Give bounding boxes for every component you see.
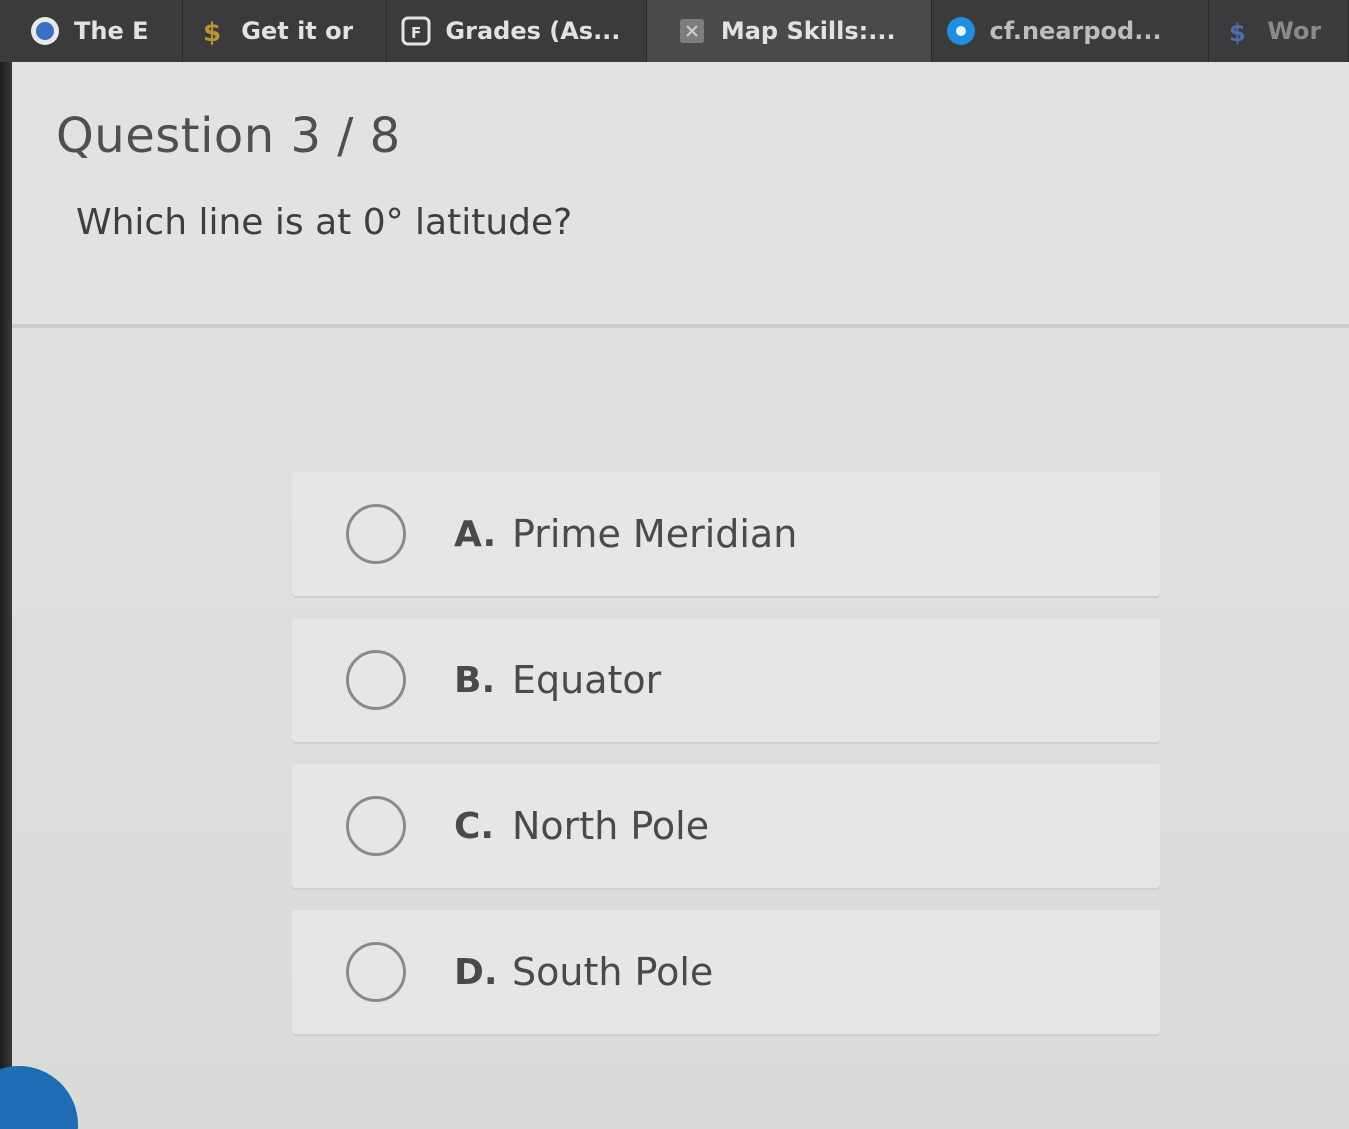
accent-shape <box>0 1066 78 1129</box>
tab-wor[interactable]: $ Wor <box>1209 0 1349 62</box>
option-a[interactable]: A. Prime Meridian <box>292 472 1160 596</box>
tab-label: Map Skills:... <box>720 17 896 45</box>
question-header: Question 3 / 8 Which line is at 0° latit… <box>12 62 1349 328</box>
dollar-icon: $ <box>1223 16 1253 46</box>
tab-label: Grades (As... <box>445 17 621 45</box>
blue-circle-icon <box>30 16 60 46</box>
option-b[interactable]: B. Equator <box>292 618 1160 742</box>
option-text: South Pole <box>512 950 714 994</box>
dollar-icon: $ <box>197 16 227 46</box>
tab-label: Wor <box>1267 17 1322 45</box>
tab-map-skills[interactable]: Map Skills:... <box>646 0 932 62</box>
radio-button[interactable] <box>346 796 406 856</box>
tab-nearpod[interactable]: cf.nearpod... <box>932 0 1210 62</box>
screen-bezel <box>0 0 12 1129</box>
blue-circle-icon <box>946 16 976 46</box>
option-text: North Pole <box>512 804 710 848</box>
option-letter: D. <box>454 951 498 993</box>
question-text: Which line is at 0° latitude? <box>76 202 573 243</box>
answer-options: A. Prime Meridian B. Equator C. North Po… <box>292 472 1160 1056</box>
radio-button[interactable] <box>346 504 406 564</box>
question-number: Question 3 / 8 <box>56 108 401 164</box>
tab-label: cf.nearpod... <box>989 17 1162 45</box>
browser-tab-strip: The E $ Get it or F Grades (As... Map Sk… <box>0 0 1349 62</box>
tab-the-e[interactable]: The E <box>0 0 184 62</box>
tab-grades[interactable]: F Grades (As... <box>387 0 647 62</box>
option-text: Prime Meridian <box>512 512 798 556</box>
quiz-screen: The E $ Get it or F Grades (As... Map Sk… <box>0 0 1349 1129</box>
option-text: Equator <box>512 658 662 702</box>
option-letter: A. <box>454 513 497 555</box>
option-c[interactable]: C. North Pole <box>292 764 1160 888</box>
tab-label: The E <box>74 17 149 45</box>
tab-label: Get it or <box>241 17 354 45</box>
svg-text:$: $ <box>1229 19 1246 46</box>
radio-button[interactable] <box>346 650 406 710</box>
option-letter: C. <box>454 805 495 847</box>
f-box-icon: F <box>401 16 431 46</box>
tab-get-it-or[interactable]: $ Get it or <box>183 0 388 62</box>
svg-text:$: $ <box>203 18 221 46</box>
radio-button[interactable] <box>346 942 406 1002</box>
x-box-icon <box>677 16 707 46</box>
svg-text:F: F <box>411 24 421 42</box>
option-d[interactable]: D. South Pole <box>292 910 1160 1034</box>
option-letter: B. <box>454 659 496 701</box>
